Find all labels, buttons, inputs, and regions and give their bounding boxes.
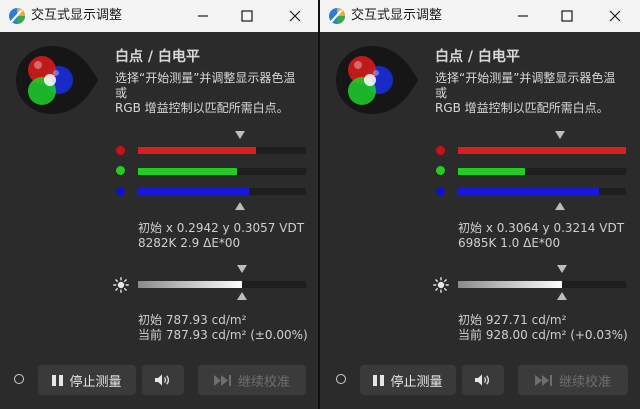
instruction-line: 或 (435, 86, 448, 100)
color-wheel-icon (329, 8, 345, 24)
minimize-icon (198, 15, 208, 17)
window-title: 交互式显示调整 (31, 8, 123, 23)
green-gain-fill (458, 168, 526, 175)
brightness-marker-top (557, 265, 568, 273)
maximize-icon (561, 10, 573, 22)
target-marker-bottom (235, 202, 246, 210)
minimize-button[interactable] (180, 0, 226, 32)
blue-gain-bar (458, 188, 626, 195)
stop-measurement-button[interactable]: 停止测量 (38, 365, 136, 395)
pause-icon (373, 374, 385, 386)
close-icon (289, 10, 301, 22)
calibration-window-left: 交互式显示调整 白点 / 白电平 选择“开始测量”并调整显示器色温 或 RGB … (0, 0, 318, 409)
chromaticity-text: 初始 x 0.3064 y 0.3214 VDT (458, 221, 625, 235)
brightness-fill (138, 281, 243, 288)
red-gain-fill (458, 147, 626, 154)
red-channel-dot (116, 146, 125, 155)
green-channel-dot (436, 166, 445, 175)
sound-toggle-button[interactable] (462, 365, 504, 395)
green-gain-fill (138, 168, 238, 175)
sun-icon (433, 277, 449, 293)
brightness-marker-bottom (557, 292, 568, 300)
title-bar[interactable]: 交互式显示调整 (0, 0, 318, 32)
continue-calibration-label: 继续校准 (558, 374, 611, 390)
red-gain-bar (458, 147, 626, 154)
color-readout: 初始 x 0.3064 y 0.3214 VDT 6985K 1.0 ΔE*00 (458, 221, 624, 251)
target-marker-top (555, 131, 566, 139)
speaker-icon (155, 374, 170, 386)
window-title: 交互式显示调整 (351, 8, 443, 23)
blue-gain-fill (138, 188, 249, 195)
green-gain-bar (458, 168, 626, 175)
instruction-line: RGB 增益控制以匹配所需白点。 (435, 101, 609, 115)
target-marker-bottom (555, 202, 566, 210)
status-circle-icon (14, 374, 24, 384)
rgb-logo-icon (16, 46, 98, 114)
luminance-readout: 初始 787.93 cd/m² 当前 787.93 cd/m² (±0.00%) (138, 313, 308, 343)
blue-channel-dot (116, 187, 125, 196)
maximize-button[interactable] (224, 0, 270, 32)
calibration-window-right: 交互式显示调整 白点 / 白电平 选择“开始测量”并调整显示器色温 或 RGB … (320, 0, 640, 409)
continue-calibration-label: 继续校准 (237, 374, 290, 390)
red-gain-fill (138, 147, 256, 154)
stop-measurement-button[interactable]: 停止测量 (360, 365, 456, 395)
instruction-line: 选择“开始测量”并调整显示器色温 (435, 71, 616, 85)
current-luminance-text: 当前 928.00 cd/m² (+0.03%) (458, 328, 628, 342)
red-gain-bar (138, 147, 306, 154)
brightness-bar (138, 281, 306, 288)
blue-channel-dot (436, 187, 445, 196)
skip-forward-icon (534, 374, 552, 386)
blue-gain-bar (138, 188, 306, 195)
current-luminance-text: 当前 787.93 cd/m² (±0.00%) (138, 328, 308, 342)
speaker-icon (475, 374, 490, 386)
instruction-line: 选择“开始测量”并调整显示器色温 (115, 71, 296, 85)
instruction-text: 选择“开始测量”并调整显示器色温 或 RGB 增益控制以匹配所需白点。 (115, 71, 311, 116)
rgb-logo-icon (336, 46, 418, 114)
green-gain-bar (138, 168, 306, 175)
minimize-icon (518, 15, 528, 17)
temperature-text: 6985K 1.0 ΔE*00 (458, 236, 561, 250)
title-bar[interactable]: 交互式显示调整 (320, 0, 640, 32)
blue-gain-fill (458, 188, 600, 195)
initial-luminance-text: 初始 787.93 cd/m² (138, 313, 247, 327)
pause-icon (52, 374, 64, 386)
green-channel-dot (116, 166, 125, 175)
initial-luminance-text: 初始 927.71 cd/m² (458, 313, 567, 327)
sound-toggle-button[interactable] (142, 365, 184, 395)
maximize-button[interactable] (544, 0, 590, 32)
desktop: 交互式显示调整 白点 / 白电平 选择“开始测量”并调整显示器色温 或 RGB … (0, 0, 640, 409)
close-button[interactable] (592, 0, 638, 32)
luminance-readout: 初始 927.71 cd/m² 当前 928.00 cd/m² (+0.03%) (458, 313, 628, 343)
stop-measurement-label: 停止测量 (69, 374, 122, 390)
red-channel-dot (436, 146, 445, 155)
continue-calibration-button[interactable]: 继续校准 (518, 365, 628, 395)
instruction-line: 或 (115, 86, 128, 100)
target-marker-top (235, 131, 246, 139)
brightness-marker-bottom (237, 292, 248, 300)
minimize-button[interactable] (500, 0, 546, 32)
temperature-text: 8282K 2.9 ΔE*00 (138, 236, 241, 250)
brightness-fill (458, 281, 563, 288)
color-wheel-icon (9, 8, 25, 24)
continue-calibration-button[interactable]: 继续校准 (198, 365, 306, 395)
brightness-bar (458, 281, 626, 288)
color-readout: 初始 x 0.2942 y 0.3057 VDT 8282K 2.9 ΔE*00 (138, 221, 304, 251)
sun-icon (113, 277, 129, 293)
maximize-icon (241, 10, 253, 22)
close-icon (609, 10, 621, 22)
status-circle-icon (336, 374, 346, 384)
instruction-line: RGB 增益控制以匹配所需白点。 (115, 101, 289, 115)
brightness-marker-top (237, 265, 248, 273)
stop-measurement-label: 停止测量 (390, 374, 443, 390)
instruction-text: 选择“开始测量”并调整显示器色温 或 RGB 增益控制以匹配所需白点。 (435, 71, 631, 116)
chromaticity-text: 初始 x 0.2942 y 0.3057 VDT (138, 221, 305, 235)
section-heading: 白点 / 白电平 (115, 49, 200, 65)
close-button[interactable] (272, 0, 318, 32)
skip-forward-icon (213, 374, 231, 386)
section-heading: 白点 / 白电平 (435, 49, 520, 65)
